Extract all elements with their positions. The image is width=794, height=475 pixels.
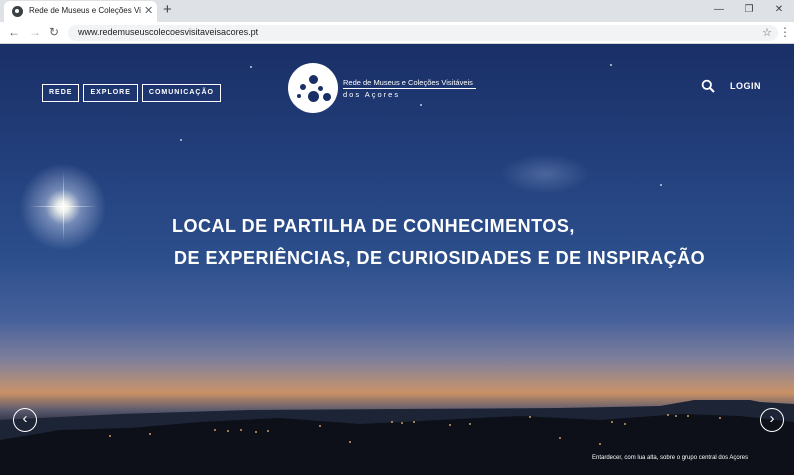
logo-dot — [297, 94, 301, 98]
sky-star — [180, 139, 182, 141]
browser-toolbar: ← → ↻ www.redemuseuscolecoesvisitaveisac… — [0, 22, 794, 44]
logo-dot — [308, 91, 319, 102]
sky-star — [660, 184, 662, 186]
close-window-button[interactable]: ✕ — [764, 0, 794, 22]
logo-dot — [300, 84, 306, 90]
hero-banner: REDE EXPLORE COMUNICAÇÃO Rede de Museus … — [0, 44, 794, 475]
search-icon[interactable] — [701, 79, 715, 93]
logo-dot — [323, 93, 331, 101]
site-logo-icon[interactable] — [288, 63, 338, 113]
window-controls: — ❐ ✕ — [704, 0, 794, 22]
address-bar[interactable]: www.redemuseuscolecoesvisitaveisacores.p… — [68, 25, 778, 41]
new-tab-button[interactable]: + — [163, 2, 172, 18]
nav-explore[interactable]: EXPLORE — [83, 84, 138, 102]
logo-divider — [343, 88, 476, 89]
tab-title: Rede de Museus e Coleções Visitáveis — [29, 6, 141, 15]
photo-caption: Entardecer, com lua alta, sobre o grupo … — [592, 455, 749, 461]
headline-line-1: LOCAL DE PARTILHA DE CONHECIMENTOS, — [172, 216, 575, 236]
logo-dot — [309, 75, 318, 84]
sky-star — [610, 64, 612, 66]
reload-icon[interactable]: ↻ — [49, 24, 59, 41]
login-link[interactable]: LOGIN — [730, 81, 761, 91]
carousel-prev-button[interactable]: ‹ — [13, 408, 37, 432]
logo-subtitle: dos Açores — [343, 90, 401, 99]
site-favicon-icon — [12, 6, 23, 17]
nav-comunicacao[interactable]: COMUNICAÇÃO — [141, 84, 221, 102]
sky-star — [420, 104, 422, 106]
url-text: www.redemuseuscolecoesvisitaveisacores.p… — [78, 27, 259, 37]
hero-headline: LOCAL DE PARTILHA DE CONHECIMENTOS, DE E… — [172, 216, 705, 269]
headline-line-2: DE EXPERIÊNCIAS, DE CURIOSIDADES E DE IN… — [174, 248, 706, 268]
tab-close-icon[interactable]: ✕ — [144, 4, 153, 18]
sky-cloud — [500, 154, 590, 194]
browser-tab[interactable]: Rede de Museus e Coleções Visitáveis ✕ — [4, 1, 157, 22]
moon-ray — [63, 172, 64, 242]
logo-dot — [318, 86, 323, 91]
site-nav: REDE EXPLORE COMUNICAÇÃO — [42, 84, 221, 102]
browser-menu-icon[interactable]: ⋮ — [779, 24, 791, 41]
back-arrow-icon[interactable]: ← — [8, 24, 20, 41]
sky-star — [250, 66, 252, 68]
carousel-next-button[interactable]: › — [760, 408, 784, 432]
minimize-button[interactable]: — — [704, 0, 734, 22]
forward-arrow-icon[interactable]: → — [29, 24, 41, 41]
island-landscape — [0, 400, 794, 475]
restore-button[interactable]: ❐ — [734, 0, 764, 22]
logo-title: Rede de Museus e Coleções Visitáveis — [343, 78, 473, 87]
nav-rede[interactable]: REDE — [42, 84, 80, 102]
star-icon[interactable]: ☆ — [762, 25, 772, 41]
browser-tab-bar: Rede de Museus e Coleções Visitáveis ✕ +… — [0, 0, 794, 22]
